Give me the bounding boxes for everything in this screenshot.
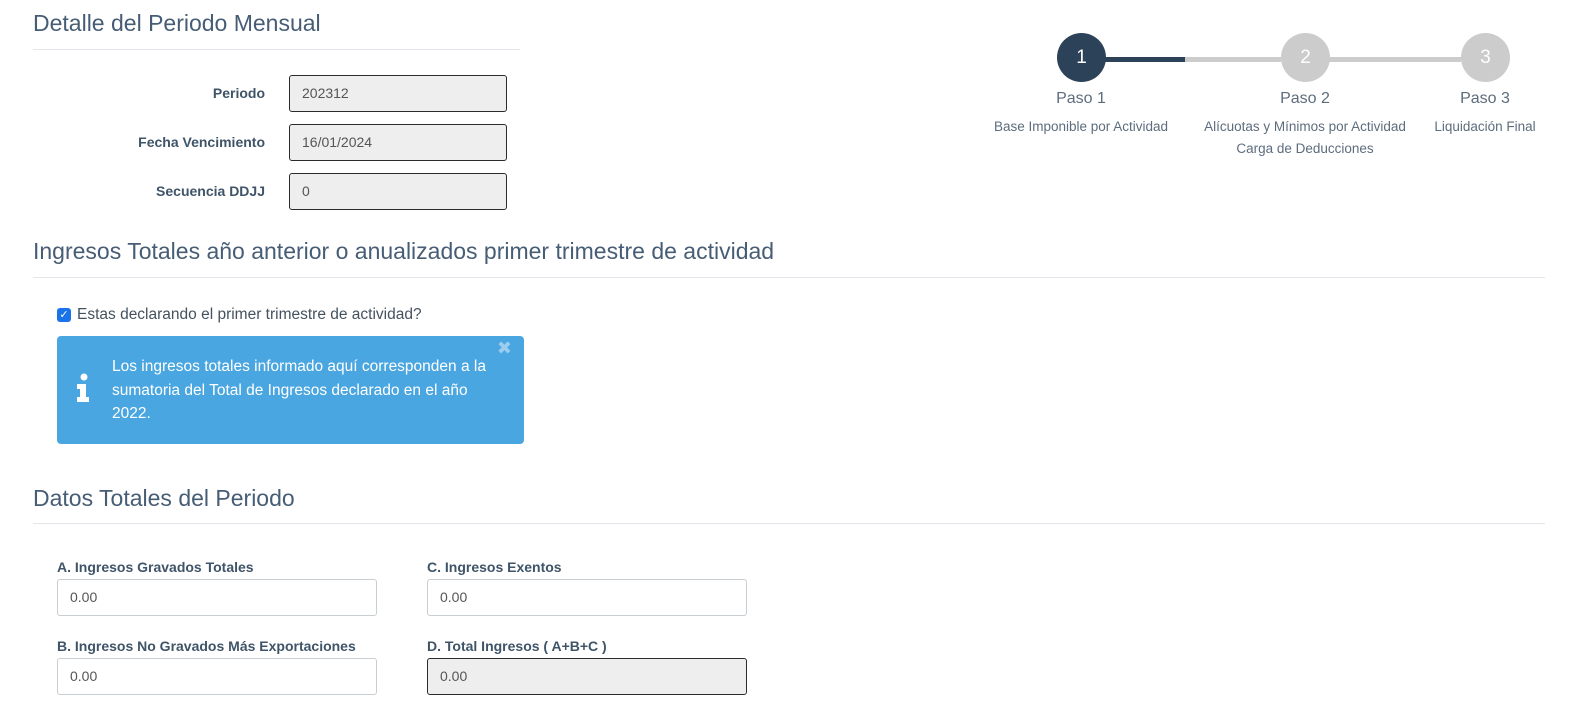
stepper-line-2-3	[1329, 57, 1461, 62]
secuencia-ddjj-input[interactable]: 0	[289, 173, 507, 210]
ingresos-no-gravados-input[interactable]: 0.00	[57, 658, 377, 695]
step-3-circle[interactable]: 3	[1461, 33, 1510, 82]
step-3-desc: Liquidación Final	[1434, 119, 1536, 134]
step-1-title: Paso 1	[1056, 90, 1106, 107]
ingresos-no-gravados-label: B. Ingresos No Gravados Más Exportacione…	[57, 638, 356, 654]
primer-trimestre-row: ✓ Estas declarando el primer trimestre d…	[57, 306, 422, 324]
ingresos-gravados-input[interactable]: 0.00	[57, 579, 377, 616]
close-icon[interactable]: ✖	[497, 338, 512, 359]
ingresos-exentos-input[interactable]: 0.00	[427, 579, 747, 616]
totales-section-title: Datos Totales del Periodo	[33, 485, 295, 511]
fecha-vencimiento-label: Fecha Vencimiento	[138, 134, 265, 150]
total-ingresos-label: D. Total Ingresos ( A+B+C )	[427, 638, 607, 654]
ingresos-gravados-label: A. Ingresos Gravados Totales	[57, 559, 254, 575]
alert-message: Los ingresos totales informado aquí corr…	[112, 358, 486, 422]
step-2-desc-2: Carga de Deducciones	[1236, 141, 1374, 156]
step-2-title: Paso 2	[1280, 90, 1330, 107]
ingresos-exentos-label: C. Ingresos Exentos	[427, 559, 562, 575]
totales-divider	[33, 523, 1545, 524]
step-2-circle[interactable]: 2	[1281, 33, 1330, 82]
ingresos-divider	[33, 277, 1545, 278]
periodo-divider	[33, 49, 520, 50]
info-icon	[77, 373, 89, 402]
primer-trimestre-label[interactable]: Estas declarando el primer trimestre de …	[77, 306, 422, 324]
stepper-progress-line	[1105, 57, 1185, 62]
step-1-circle[interactable]: 1	[1057, 33, 1106, 82]
total-ingresos-input[interactable]: 0.00	[427, 658, 747, 695]
periodo-label: Periodo	[212, 85, 265, 101]
step-1-desc: Base Imponible por Actividad	[993, 119, 1169, 134]
step-2-desc: Alícuotas y Mínimos por Actividad	[1204, 119, 1406, 134]
info-alert: Los ingresos totales informado aquí corr…	[57, 336, 524, 444]
fecha-vencimiento-input[interactable]: 16/01/2024	[289, 124, 507, 161]
ingresos-section-title: Ingresos Totales año anterior o anualiza…	[33, 238, 775, 264]
primer-trimestre-checkbox[interactable]: ✓	[57, 308, 71, 322]
secuencia-ddjj-label: Secuencia DDJJ	[156, 183, 265, 199]
page: Detalle del Periodo Mensual Periodo 2023…	[0, 0, 1593, 728]
periodo-input[interactable]: 202312	[289, 75, 507, 112]
stepper-line-1-2	[1185, 57, 1281, 62]
step-3-title: Paso 3	[1460, 90, 1510, 107]
periodo-section-title: Detalle del Periodo Mensual	[33, 10, 321, 36]
